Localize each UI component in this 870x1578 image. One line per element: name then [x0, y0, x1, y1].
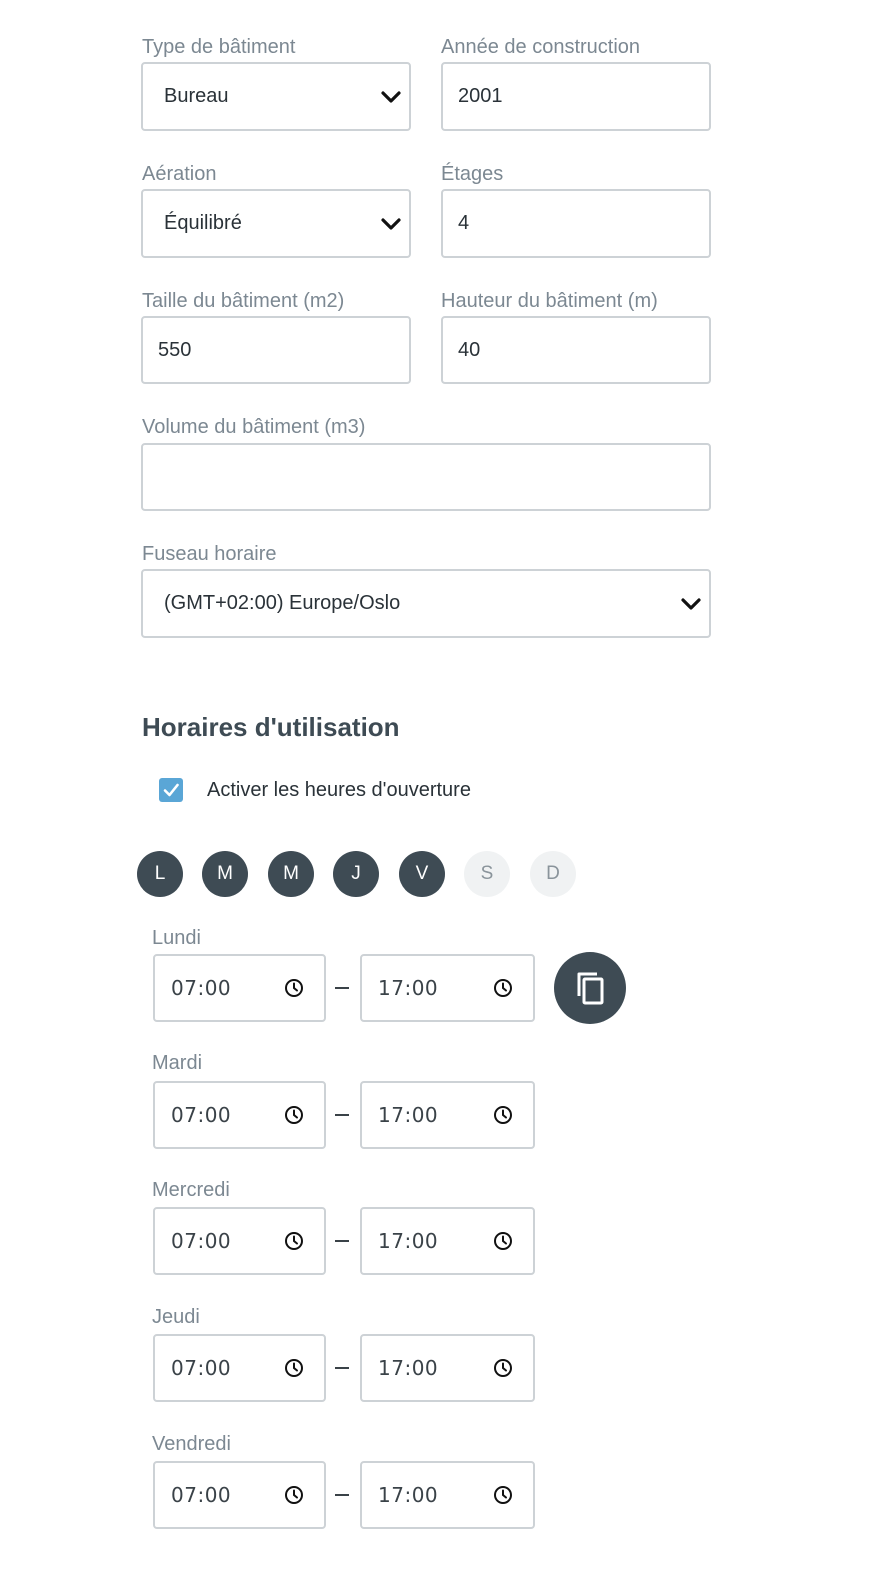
floors-label: Étages — [441, 163, 504, 185]
construction-year-value: 2001 — [458, 85, 503, 107]
clock-icon[interactable] — [284, 1358, 304, 1378]
building-volume-input[interactable] — [141, 443, 711, 511]
ventilation-select[interactable]: Équilibré — [141, 189, 411, 258]
day-label-friday: Vendredi — [152, 1433, 231, 1455]
building-size-input[interactable]: 550 — [141, 316, 411, 384]
chevron-down-icon — [381, 217, 401, 230]
ventilation-value: Équilibré — [164, 212, 242, 234]
copy-hours-button[interactable] — [554, 952, 626, 1024]
chevron-down-icon — [381, 90, 401, 103]
day-label-monday: Lundi — [152, 927, 201, 949]
clock-icon[interactable] — [284, 1231, 304, 1251]
day-toggle-saturday[interactable]: S — [464, 851, 510, 897]
day-label-wednesday: Mercredi — [152, 1179, 230, 1201]
day-toggle-thursday[interactable]: J — [333, 851, 379, 897]
tuesday-end-time[interactable]: 17:00 — [360, 1081, 535, 1149]
building-size-value: 550 — [158, 338, 192, 361]
enable-hours-checkbox[interactable] — [159, 778, 183, 802]
day-toggle-sunday[interactable]: D — [530, 851, 576, 897]
copy-icon — [577, 972, 604, 1005]
clock-icon[interactable] — [284, 978, 304, 998]
time-value: 17:00 — [378, 1229, 439, 1253]
clock-icon[interactable] — [284, 1105, 304, 1125]
time-range-dash — [335, 1114, 349, 1116]
building-height-input[interactable]: 40 — [441, 316, 711, 384]
clock-icon[interactable] — [493, 1358, 513, 1378]
time-value: 17:00 — [378, 976, 439, 1000]
time-value: 17:00 — [378, 1103, 439, 1127]
building-form-page: Type de bâtiment Bureau Année de constru… — [0, 0, 870, 1578]
clock-icon[interactable] — [493, 1105, 513, 1125]
time-value: 17:00 — [378, 1483, 439, 1507]
usage-hours-title: Horaires d'utilisation — [142, 712, 400, 742]
clock-icon[interactable] — [284, 1485, 304, 1505]
timezone-value: (GMT+02:00) Europe/Oslo — [164, 592, 401, 614]
time-range-dash — [335, 987, 349, 989]
enable-hours-label[interactable]: Activer les heures d'ouverture — [207, 779, 471, 802]
building-volume-label: Volume du bâtiment (m3) — [142, 416, 366, 438]
floors-input[interactable]: 4 — [441, 189, 711, 258]
time-value: 17:00 — [378, 1356, 439, 1380]
thursday-start-time[interactable]: 07:00 — [153, 1334, 326, 1402]
time-value: 07:00 — [171, 1356, 232, 1380]
time-value: 07:00 — [171, 976, 232, 1000]
monday-start-time[interactable]: 07:00 — [153, 954, 326, 1022]
day-toggle-wednesday[interactable]: M — [268, 851, 314, 897]
wednesday-start-time[interactable]: 07:00 — [153, 1207, 326, 1275]
building-type-value: Bureau — [164, 85, 229, 107]
friday-end-time[interactable]: 17:00 — [360, 1461, 535, 1529]
day-label-tuesday: Mardi — [152, 1052, 203, 1074]
building-height-value: 40 — [458, 338, 481, 361]
building-height-label: Hauteur du bâtiment (m) — [441, 290, 658, 312]
time-range-dash — [335, 1240, 349, 1242]
chevron-down-icon — [681, 597, 701, 610]
time-value: 07:00 — [171, 1229, 232, 1253]
building-type-select[interactable]: Bureau — [141, 62, 411, 131]
wednesday-end-time[interactable]: 17:00 — [360, 1207, 535, 1275]
timezone-label: Fuseau horaire — [142, 543, 277, 565]
building-type-label: Type de bâtiment — [142, 36, 296, 58]
building-size-label: Taille du bâtiment (m2) — [142, 290, 345, 312]
check-icon — [163, 783, 179, 797]
ventilation-label: Aération — [142, 163, 217, 185]
time-range-dash — [335, 1367, 349, 1369]
construction-year-input[interactable]: 2001 — [441, 62, 711, 131]
timezone-select[interactable]: (GMT+02:00) Europe/Oslo — [141, 569, 711, 638]
time-value: 07:00 — [171, 1103, 232, 1127]
clock-icon[interactable] — [493, 978, 513, 998]
friday-start-time[interactable]: 07:00 — [153, 1461, 326, 1529]
day-toggle-monday[interactable]: L — [137, 851, 183, 897]
thursday-end-time[interactable]: 17:00 — [360, 1334, 535, 1402]
time-value: 07:00 — [171, 1483, 232, 1507]
time-range-dash — [335, 1494, 349, 1496]
floors-value: 4 — [458, 212, 470, 234]
monday-end-time[interactable]: 17:00 — [360, 954, 535, 1022]
tuesday-start-time[interactable]: 07:00 — [153, 1081, 326, 1149]
day-toggle-tuesday[interactable]: M — [202, 851, 248, 897]
clock-icon[interactable] — [493, 1231, 513, 1251]
day-toggle-friday[interactable]: V — [399, 851, 445, 897]
construction-year-label: Année de construction — [441, 36, 641, 58]
clock-icon[interactable] — [493, 1485, 513, 1505]
day-label-thursday: Jeudi — [152, 1306, 200, 1328]
